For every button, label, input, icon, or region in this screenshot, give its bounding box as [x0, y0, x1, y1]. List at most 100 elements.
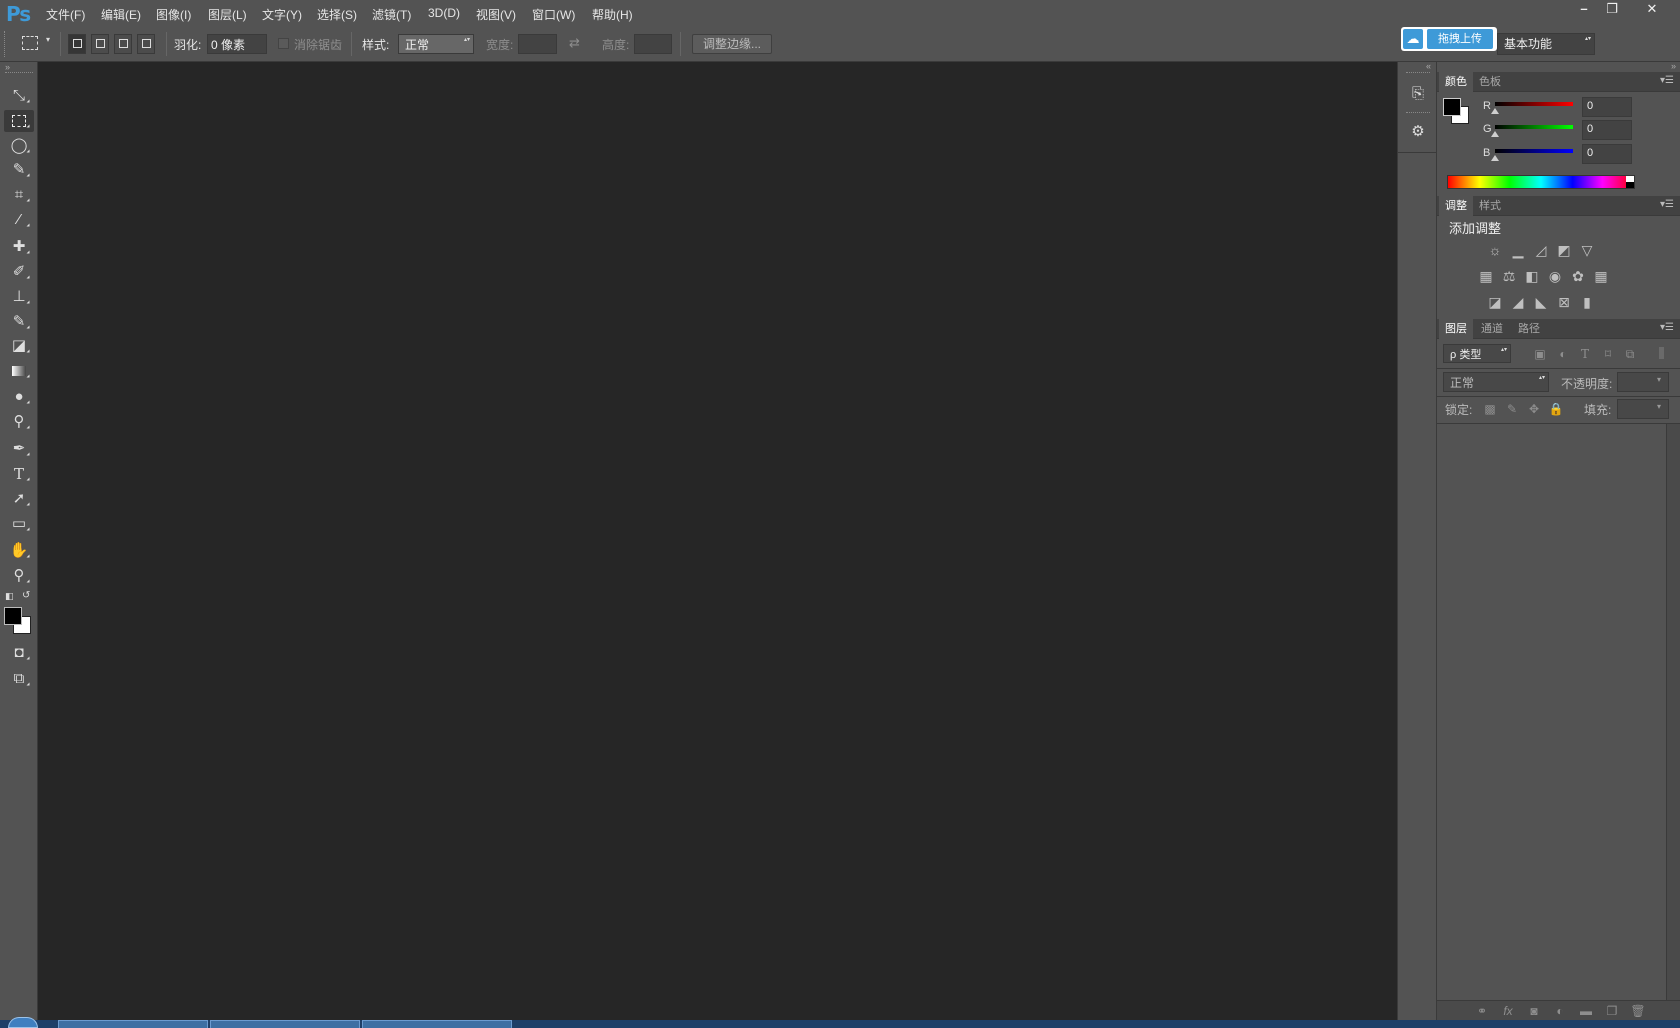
preset-dropdown-arrow-icon[interactable]: ▾ — [46, 35, 50, 44]
dodge-tool-icon[interactable]: ⚲ — [4, 411, 34, 433]
blur-tool-icon[interactable]: ● — [4, 386, 34, 408]
path-selection-tool-icon[interactable]: ➚ — [4, 488, 34, 510]
foreground-color-swatch[interactable] — [4, 607, 22, 625]
panel-menu-icon[interactable]: ▾☰ — [1660, 75, 1674, 86]
taskbar-item[interactable] — [210, 1020, 360, 1028]
width-input[interactable] — [518, 34, 557, 54]
expand-panels-icon[interactable]: « — [1426, 61, 1431, 71]
hand-tool-icon[interactable]: ✋ — [4, 540, 34, 562]
close-button[interactable]: ✕ — [1634, 0, 1670, 19]
link-layers-icon[interactable]: ⚭ — [1473, 1002, 1491, 1020]
levels-icon[interactable]: ▁ — [1508, 240, 1528, 260]
channel-b-slider-handle[interactable] — [1491, 155, 1499, 161]
add-selection-mode-button[interactable] — [91, 34, 109, 54]
gradient-map-icon[interactable]: ▮ — [1577, 292, 1597, 312]
new-group-icon[interactable]: ▬ — [1577, 1002, 1595, 1020]
quick-selection-tool-icon[interactable]: ✎ — [4, 159, 34, 181]
feather-input[interactable]: 0 像素 — [207, 34, 267, 54]
channel-mixer-icon[interactable]: ✿ — [1568, 266, 1588, 286]
invert-icon[interactable]: ◪ — [1485, 292, 1505, 312]
channel-b-slider[interactable] — [1495, 149, 1573, 153]
color-panel-foreground-swatch[interactable] — [1443, 98, 1461, 116]
height-input[interactable] — [634, 34, 672, 54]
taskbar-item[interactable] — [58, 1020, 208, 1028]
menu-type[interactable]: 文字(Y) — [262, 6, 302, 23]
tab-paths[interactable]: 路径 — [1512, 319, 1546, 339]
history-panel-icon[interactable]: ⎘ — [1406, 82, 1430, 106]
refine-edge-button[interactable]: 调整边缘... — [692, 34, 772, 54]
brush-tool-icon[interactable]: ✐ — [4, 261, 34, 283]
menu-view[interactable]: 视图(V) — [476, 6, 516, 23]
new-layer-icon[interactable]: ❐ — [1603, 1002, 1621, 1020]
grip-handle[interactable] — [4, 31, 7, 57]
photo-filter-icon[interactable]: ◉ — [1545, 266, 1565, 286]
layer-filter-type-select[interactable]: ρ 类型 — [1443, 344, 1511, 363]
channel-r-slider-handle[interactable] — [1491, 108, 1499, 114]
swap-width-height-icon[interactable]: ⇄ — [569, 35, 580, 51]
posterize-icon[interactable]: ◢ — [1508, 292, 1528, 312]
channel-r-slider[interactable] — [1495, 102, 1573, 106]
menu-3d[interactable]: 3D(D) — [428, 6, 460, 20]
opacity-input[interactable] — [1617, 372, 1669, 392]
crop-tool-icon[interactable]: ⌗ — [4, 184, 34, 206]
panel-menu-icon[interactable]: ▾☰ — [1660, 199, 1674, 210]
tab-channels[interactable]: 通道 — [1475, 319, 1509, 339]
fill-input[interactable] — [1617, 399, 1669, 419]
color-spectrum-bar[interactable] — [1447, 175, 1635, 189]
menu-select[interactable]: 选择(S) — [317, 6, 357, 23]
exposure-icon[interactable]: ◩ — [1554, 240, 1574, 260]
filter-toggle-switch[interactable] — [1659, 347, 1664, 359]
menu-image[interactable]: 图像(I) — [156, 6, 191, 23]
menu-filter[interactable]: 滤镜(T) — [372, 6, 411, 23]
vibrance-icon[interactable]: ▽ — [1577, 240, 1597, 260]
tab-color[interactable]: 颜色 — [1439, 72, 1473, 92]
eraser-tool-icon[interactable]: ◪ — [4, 335, 34, 357]
new-selection-mode-button[interactable] — [68, 34, 86, 54]
strip-grip[interactable] — [1406, 72, 1430, 74]
channel-b-input[interactable]: 0 — [1582, 144, 1632, 164]
toolbox-grip[interactable] — [5, 72, 33, 74]
subtract-selection-mode-button[interactable] — [114, 34, 132, 54]
taskbar-item[interactable] — [362, 1020, 512, 1028]
history-brush-tool-icon[interactable]: ✎ — [4, 311, 34, 333]
move-tool-icon[interactable]: ⤡ — [4, 85, 34, 107]
lock-image-pixels-icon[interactable]: ✎ — [1503, 400, 1521, 418]
type-tool-icon[interactable]: T — [4, 463, 34, 485]
filter-smart-objects-icon[interactable]: ⧉ — [1621, 345, 1639, 363]
opacity-dropdown-arrow-icon[interactable]: ▾ — [1657, 375, 1661, 384]
fill-dropdown-arrow-icon[interactable]: ▾ — [1657, 402, 1661, 411]
document-canvas-area[interactable] — [39, 62, 1397, 1020]
selective-color-icon[interactable]: ⊠ — [1554, 292, 1574, 312]
antialias-checkbox[interactable] — [278, 38, 289, 49]
color-lookup-icon[interactable]: ▦ — [1591, 266, 1611, 286]
hue-saturation-icon[interactable]: ▦ — [1476, 266, 1496, 286]
lock-all-icon[interactable]: 🔒 — [1547, 400, 1565, 418]
pen-tool-icon[interactable]: ✒ — [4, 438, 34, 460]
channel-r-input[interactable]: 0 — [1582, 97, 1632, 117]
quick-mask-icon[interactable]: ◘ — [4, 642, 34, 664]
curves-icon[interactable]: ◿ — [1531, 240, 1551, 260]
new-adjustment-layer-icon[interactable]: ◐ — [1551, 1002, 1569, 1020]
start-button-icon[interactable] — [8, 1017, 38, 1028]
menu-help[interactable]: 帮助(H) — [592, 6, 633, 23]
spectrum-black-swatch[interactable] — [1626, 182, 1634, 188]
default-colors-icon[interactable]: ◧ — [5, 591, 14, 602]
properties-panel-icon[interactable]: ⚙ — [1406, 120, 1430, 144]
color-balance-icon[interactable]: ⚖ — [1499, 266, 1519, 286]
add-mask-icon[interactable]: ◙ — [1525, 1002, 1543, 1020]
swap-colors-icon[interactable]: ↺ — [22, 590, 30, 601]
clone-stamp-tool-icon[interactable]: ⊥ — [4, 286, 34, 308]
intersect-selection-mode-button[interactable] — [137, 34, 155, 54]
lock-transparent-pixels-icon[interactable]: ▩ — [1481, 400, 1499, 418]
layers-list[interactable] — [1437, 424, 1666, 1000]
blend-mode-select[interactable]: 正常 — [1443, 372, 1549, 392]
tab-layers[interactable]: 图层 — [1439, 319, 1473, 339]
minimize-button[interactable]: – — [1570, 0, 1598, 19]
tab-styles[interactable]: 样式 — [1473, 196, 1507, 216]
tab-swatches[interactable]: 色板 — [1473, 72, 1507, 92]
layer-style-fx-icon[interactable]: fx — [1499, 1002, 1517, 1020]
eyedropper-tool-icon[interactable]: ⁄ — [4, 209, 34, 231]
collapse-toolbox-icon[interactable]: » — [5, 62, 10, 72]
menu-edit[interactable]: 编辑(E) — [101, 6, 141, 23]
style-select[interactable]: 正常 — [398, 34, 474, 54]
